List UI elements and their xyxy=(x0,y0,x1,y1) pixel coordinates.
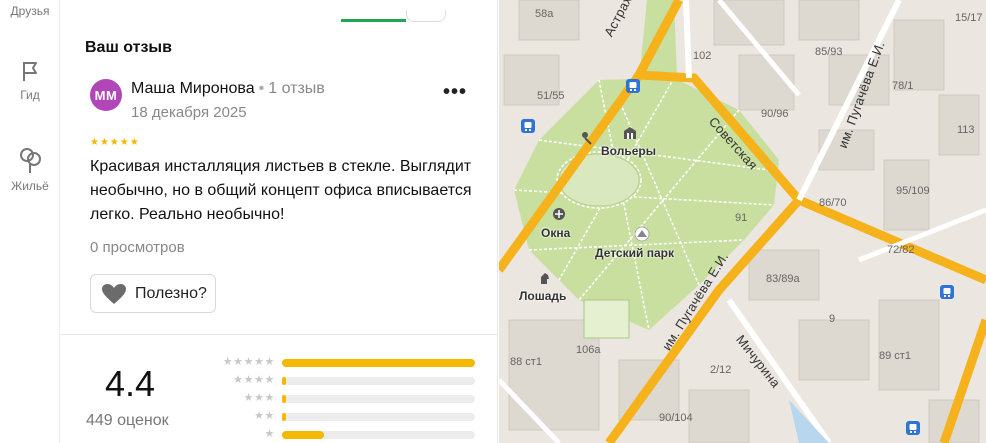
view-count: 0 просмотров xyxy=(90,239,185,256)
flag-icon xyxy=(23,62,37,81)
tram-icon[interactable] xyxy=(625,78,641,94)
separator-dot: • xyxy=(258,80,265,97)
map-canvas[interactable]: Астраханская Советская им. Пугачёва Е.И.… xyxy=(499,0,986,443)
house-number: 2/12 xyxy=(710,364,732,376)
bus-stop-icon[interactable] xyxy=(939,284,955,300)
poi-volery[interactable]: Вольеры xyxy=(601,144,656,158)
rail-housing-label: Жильё xyxy=(11,179,49,193)
house-number: 85/93 xyxy=(815,46,843,58)
rail-guide-label: Гид xyxy=(20,88,40,102)
rail-item-friends[interactable]: Друзья xyxy=(0,4,60,18)
distribution-stars-5: ★★★★★ xyxy=(222,356,275,368)
poi-loshad[interactable]: Лошадь xyxy=(519,289,566,303)
more-options-button[interactable]: ••• xyxy=(443,82,467,106)
review-text: Красивая инсталляция листьев в стекле. В… xyxy=(90,158,472,223)
author-line: Маша Миронова • 1 отзыв xyxy=(131,80,325,98)
distribution-track-1 xyxy=(282,431,475,439)
author-review-count: 1 отзыв xyxy=(268,80,325,97)
distribution-bar-2 xyxy=(282,413,286,421)
author-name[interactable]: Маша Миронова xyxy=(131,80,255,97)
distribution-track-4 xyxy=(282,377,475,385)
house-number: 102 xyxy=(693,50,712,62)
park-icon[interactable] xyxy=(634,226,650,242)
helpful-label: Полезно? xyxy=(135,284,207,302)
house-number: 58а xyxy=(535,8,554,20)
more-dots-icon: ••• xyxy=(443,81,468,103)
distribution-track-3 xyxy=(282,395,475,403)
horse-icon[interactable] xyxy=(537,270,553,286)
windows-attraction-icon[interactable] xyxy=(551,206,567,222)
distribution-stars-4: ★★★★ xyxy=(233,374,275,386)
avatar[interactable]: ММ xyxy=(90,79,122,111)
sports-field xyxy=(583,299,630,339)
zoo-icon[interactable] xyxy=(622,125,638,141)
rail-friends-label: Друзья xyxy=(10,4,50,18)
review-stars: ★★★★★ xyxy=(90,137,140,148)
review-panel: Ваш отзыв ММ Маша Миронова • 1 отзыв 18 де… xyxy=(61,0,498,443)
house-number: 83/89а xyxy=(766,273,800,285)
tree-house-icon xyxy=(20,148,41,173)
stadium-field xyxy=(558,153,640,207)
heart-icon xyxy=(102,283,126,304)
distribution-track-5 xyxy=(282,359,475,367)
house-number: 113 xyxy=(957,124,975,136)
active-tab-indicator xyxy=(341,19,406,22)
helpful-button[interactable]: Полезно? xyxy=(90,274,216,313)
rating-value: 4.4 xyxy=(105,363,156,404)
rating-count: 449 оценок xyxy=(86,412,169,429)
review-date: 18 декабря 2025 xyxy=(131,104,247,121)
house-number: 9 xyxy=(829,313,836,325)
distribution-stars-2: ★★ xyxy=(254,410,275,422)
rail-item-guide[interactable]: Гид xyxy=(0,58,60,102)
app-root: Друзья Гид Жильё Ваш отзыв ММ Маша Мирон… xyxy=(0,0,986,443)
house-number: 95/109 xyxy=(896,185,930,197)
house-number: 89 ст1 xyxy=(879,350,911,362)
house-number: 88 ст1 xyxy=(510,356,542,368)
house-number: 51/55 xyxy=(537,90,565,102)
playground-icon[interactable] xyxy=(579,130,595,146)
panel-drag-handle[interactable] xyxy=(406,10,446,22)
poi-detsky-park[interactable]: Детский парк xyxy=(595,246,674,260)
poi-okna[interactable]: Окна xyxy=(541,226,570,240)
house-number: 86/70 xyxy=(819,197,847,209)
section-title: Ваш отзыв xyxy=(85,39,172,56)
distribution-bar-3 xyxy=(282,395,286,403)
distribution-stars-3: ★★★ xyxy=(243,392,275,404)
house-number: 72/82 xyxy=(887,244,915,256)
house-number: 15/17 xyxy=(955,12,983,24)
distribution-track-2 xyxy=(282,413,475,421)
left-rail: Друзья Гид Жильё xyxy=(0,0,60,443)
rail-item-housing[interactable]: Жильё xyxy=(0,145,60,193)
distribution-bar-1 xyxy=(282,431,325,439)
distribution-bar-4 xyxy=(282,377,286,385)
distribution-bar-5 xyxy=(282,359,475,367)
avatar-initials: ММ xyxy=(94,87,118,103)
house-number: 106а xyxy=(576,344,601,356)
tab-strip xyxy=(61,0,497,24)
house-number: 78/1 xyxy=(892,80,914,92)
house-number: 90/96 xyxy=(761,108,789,120)
metro-icon[interactable] xyxy=(520,118,536,134)
house-number: 91 xyxy=(735,212,748,224)
distribution-stars-1: ★ xyxy=(264,428,275,440)
tram-stop-icon[interactable] xyxy=(905,420,921,436)
section-divider xyxy=(61,334,497,335)
house-number: 90/104 xyxy=(659,412,693,424)
